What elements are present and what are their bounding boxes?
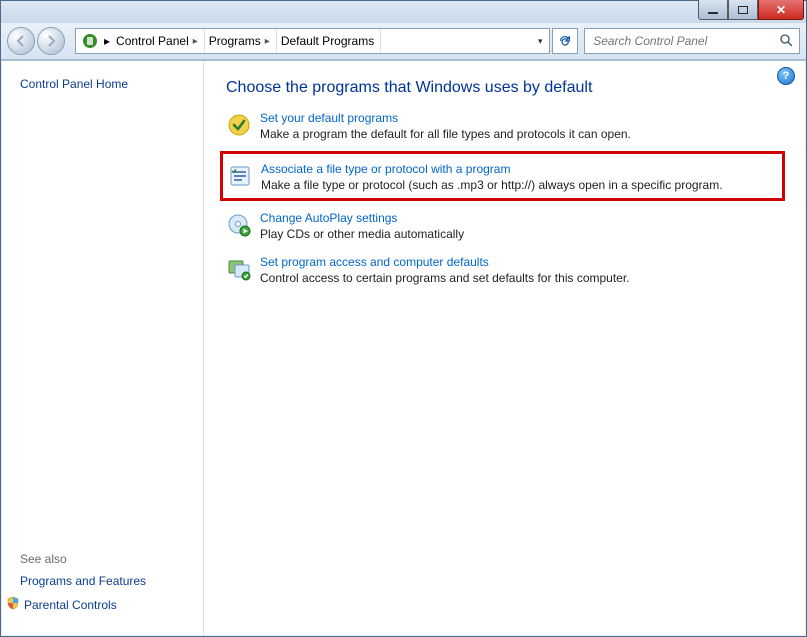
task-link[interactable]: Change AutoPlay settings	[260, 211, 464, 225]
search-input[interactable]	[591, 33, 793, 49]
page-title: Choose the programs that Windows uses by…	[226, 79, 781, 97]
navigation-bar: ▸ Control Panel ▸ Programs ▸ Default Pro…	[1, 23, 806, 60]
task-change-autoplay: Change AutoPlay settings Play CDs or oth…	[226, 211, 781, 241]
highlighted-option: Associate a file type or protocol with a…	[220, 151, 785, 201]
task-associate-file-type: Associate a file type or protocol with a…	[227, 162, 778, 192]
breadcrumb-dropdown-button[interactable]: ▾	[531, 28, 550, 54]
associate-file-icon	[227, 163, 253, 189]
breadcrumb-segment-control-panel[interactable]: Control Panel ▸	[112, 29, 205, 53]
see-also-heading: See also	[20, 552, 191, 566]
client-area: Control Panel Home See also Programs and…	[2, 60, 805, 635]
see-also-label: Programs and Features	[20, 574, 146, 588]
program-access-icon	[226, 256, 252, 282]
task-link[interactable]: Associate a file type or protocol with a…	[261, 162, 723, 176]
search-box[interactable]	[584, 28, 800, 54]
breadcrumb-label: Control Panel	[116, 34, 189, 48]
control-panel-home-link[interactable]: Control Panel Home	[20, 77, 191, 91]
breadcrumb[interactable]: ▸ Control Panel ▸ Programs ▸ Default Pro…	[75, 28, 531, 54]
breadcrumb-segment-default-programs[interactable]: Default Programs	[277, 29, 381, 53]
arrow-right-icon	[45, 35, 57, 47]
task-program-access-defaults: Set program access and computer defaults…	[226, 255, 781, 285]
sidebar: Control Panel Home See also Programs and…	[2, 61, 204, 635]
see-also-parental-controls[interactable]: Parental Controls	[20, 596, 191, 613]
refresh-icon	[558, 34, 572, 48]
search-icon	[779, 33, 793, 50]
forward-button[interactable]	[37, 27, 65, 55]
control-panel-window: ✕ ▸ Control Panel ▸ Programs ▸ Default P…	[0, 0, 807, 637]
shield-icon	[6, 596, 20, 613]
title-bar: ✕	[1, 1, 806, 23]
main-content: ? Choose the programs that Windows uses …	[204, 61, 805, 635]
task-set-default-programs: Set your default programs Make a program…	[226, 111, 781, 141]
close-button[interactable]: ✕	[758, 0, 804, 20]
autoplay-icon	[226, 212, 252, 238]
task-description: Make a program the default for all file …	[260, 127, 631, 141]
breadcrumb-segment-programs[interactable]: Programs ▸	[205, 29, 277, 53]
task-link[interactable]: Set your default programs	[260, 111, 631, 125]
refresh-button[interactable]	[552, 28, 578, 54]
task-description: Make a file type or protocol (such as .m…	[261, 178, 723, 192]
task-link[interactable]: Set program access and computer defaults	[260, 255, 630, 269]
task-description: Play CDs or other media automatically	[260, 227, 464, 241]
control-panel-icon	[80, 31, 100, 51]
see-also-label: Parental Controls	[24, 598, 117, 612]
help-icon[interactable]: ?	[777, 67, 795, 85]
minimize-button[interactable]	[698, 0, 728, 20]
breadcrumb-label: Programs	[209, 34, 261, 48]
see-also-programs-features[interactable]: Programs and Features	[20, 574, 191, 588]
back-button[interactable]	[7, 27, 35, 55]
task-description: Control access to certain programs and s…	[260, 271, 630, 285]
breadcrumb-label: Default Programs	[281, 34, 374, 48]
default-programs-icon	[226, 112, 252, 138]
arrow-left-icon	[15, 35, 27, 47]
maximize-button[interactable]	[728, 0, 758, 20]
